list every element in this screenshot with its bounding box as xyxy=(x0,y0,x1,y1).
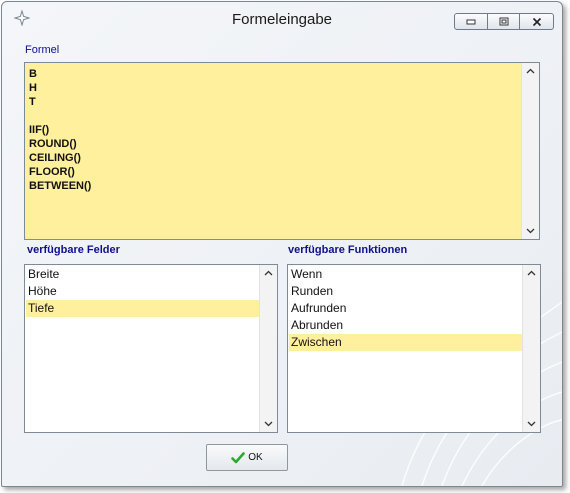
scroll-up-button[interactable] xyxy=(523,265,540,281)
list-item-aufrunden[interactable]: Aufrunden xyxy=(289,300,522,317)
functions-scrollbar[interactable] xyxy=(522,265,540,432)
functions-label: verfügbare Funktionen xyxy=(288,244,408,256)
formula-line: CEILING() xyxy=(29,152,81,164)
maximize-button[interactable] xyxy=(487,13,520,30)
close-button[interactable] xyxy=(519,13,554,30)
fields-scrollbar[interactable] xyxy=(259,265,277,432)
scroll-down-button[interactable] xyxy=(522,223,539,239)
formula-text[interactable]: B H T IIF() ROUND() CEILING() FLOOR() BE… xyxy=(29,67,91,193)
title-bar[interactable]: Formeleingabe xyxy=(2,2,562,36)
chevron-up-icon xyxy=(527,270,536,276)
list-item-breite[interactable]: Breite xyxy=(26,266,259,283)
list-item-abrunden[interactable]: Abrunden xyxy=(289,317,522,334)
checkmark-icon xyxy=(231,451,246,463)
formula-label: Formel xyxy=(25,44,60,56)
scroll-down-button[interactable] xyxy=(523,416,540,432)
formula-line: FLOOR() xyxy=(29,166,75,178)
scroll-up-button[interactable] xyxy=(260,265,277,281)
formula-line: IIF() xyxy=(29,124,50,136)
scroll-up-button[interactable] xyxy=(522,63,539,79)
list-item-hoehe[interactable]: Höhe xyxy=(26,283,259,300)
ok-button-label: OK xyxy=(248,452,263,463)
fields-label: verfügbare Felder xyxy=(27,244,120,256)
chevron-down-icon xyxy=(527,421,536,427)
close-icon xyxy=(532,17,541,26)
functions-listbox[interactable]: Wenn Runden Aufrunden Abrunden Zwischen xyxy=(287,264,541,433)
fields-listbox[interactable]: Breite Höhe Tiefe xyxy=(24,264,278,433)
ok-button[interactable]: OK xyxy=(206,444,288,471)
formula-line: ROUND() xyxy=(29,138,77,150)
chevron-up-icon xyxy=(264,270,273,276)
formula-scrollbar[interactable] xyxy=(521,63,539,239)
formula-line: BETWEEN() xyxy=(29,180,92,192)
scroll-down-button[interactable] xyxy=(260,416,277,432)
list-item-runden[interactable]: Runden xyxy=(289,283,522,300)
list-item-zwischen[interactable]: Zwischen xyxy=(289,334,522,351)
maximize-icon xyxy=(499,17,508,26)
formula-line: B xyxy=(29,68,37,80)
chevron-up-icon xyxy=(526,68,535,74)
list-item-wenn[interactable]: Wenn xyxy=(289,266,522,283)
formula-editor[interactable]: B H T IIF() ROUND() CEILING() FLOOR() BE… xyxy=(24,62,540,240)
list-item-tiefe[interactable]: Tiefe xyxy=(26,300,259,317)
formula-line: H xyxy=(29,82,37,94)
chevron-down-icon xyxy=(526,228,535,234)
chevron-down-icon xyxy=(264,421,273,427)
formula-line: T xyxy=(29,96,36,108)
formula-dialog: Formeleingabe Formel B H T IIF() ROUND()… xyxy=(1,1,563,487)
minimize-button[interactable] xyxy=(454,13,488,30)
formula-line xyxy=(29,109,91,123)
minimize-icon xyxy=(466,19,476,24)
